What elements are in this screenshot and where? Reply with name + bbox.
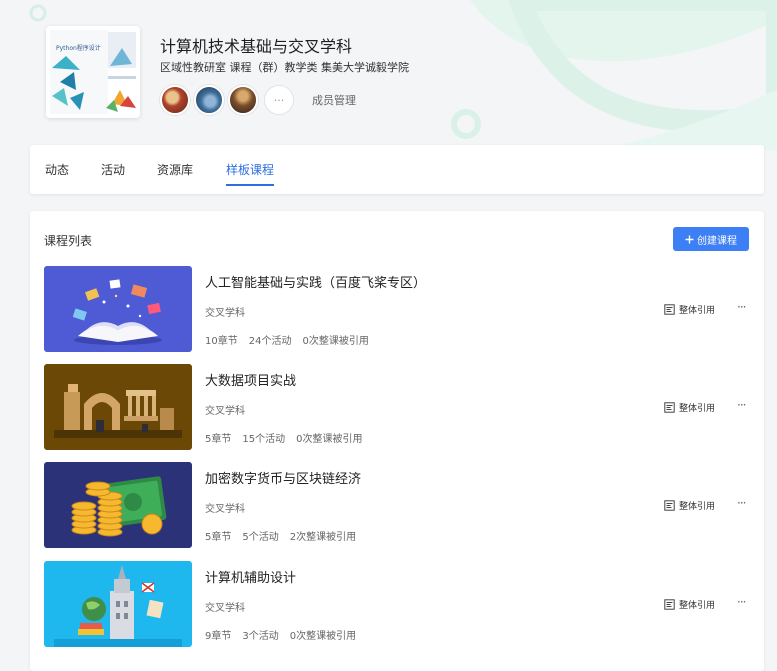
cite-icon (664, 500, 675, 511)
course-title[interactable]: 人工智能基础与实践（百度飞桨专区） (205, 272, 426, 291)
tab-resources[interactable]: 资源库 (157, 161, 193, 178)
tab-activities[interactable]: 活动 (101, 161, 125, 178)
course-item[interactable]: 大数据项目实战 交叉学科 5章节 15个活动 0次整课被引用 整体引用 ··· (44, 364, 750, 450)
cite-label: 整体引用 (679, 306, 716, 316)
course-activities: 3个活动 (242, 631, 279, 642)
more-icon[interactable]: ··· (737, 496, 747, 510)
course-thumbnail[interactable] (44, 561, 192, 647)
book-illustration (44, 266, 192, 352)
tab-bar: 动态 活动 资源库 样板课程 (30, 145, 764, 194)
cover-book-title: Python程序设计 (56, 44, 101, 52)
course-chapters: 5章节 (205, 532, 232, 543)
more-icon[interactable]: ··· (737, 398, 747, 412)
course-activities: 5个活动 (242, 532, 279, 543)
course-chapters: 9章节 (205, 631, 232, 642)
more-icon[interactable]: ··· (737, 300, 747, 314)
member-management-link[interactable]: 成员管理 (312, 92, 356, 108)
cite-icon (664, 304, 675, 315)
member-avatar[interactable] (194, 85, 224, 115)
group-meta: 区域性教研室 课程（群）教学类 集美大学诚毅学院 (160, 61, 409, 74)
cite-icon (664, 402, 675, 413)
tab-template-courses[interactable]: 样板课程 (226, 161, 275, 186)
course-category: 交叉学科 (205, 406, 245, 417)
course-list-title: 课程列表 (44, 234, 93, 248)
course-title[interactable]: 大数据项目实战 (205, 370, 296, 389)
cite-course-button[interactable]: 整体引用 (664, 499, 715, 512)
course-thumbnail[interactable] (44, 266, 192, 352)
create-course-label: 创建课程 (697, 235, 737, 247)
course-title[interactable]: 计算机辅助设计 (205, 567, 296, 586)
member-list: ··· 成员管理 (160, 85, 356, 115)
course-citations: 0次整课被引用 (302, 336, 369, 347)
course-activities: 15个活动 (242, 434, 286, 445)
course-stats: 9章节 3个活动 0次整课被引用 (205, 627, 367, 642)
course-item[interactable]: 计算机辅助设计 交叉学科 9章节 3个活动 0次整课被引用 整体引用 ··· (44, 561, 750, 647)
cite-course-button[interactable]: 整体引用 (664, 303, 715, 316)
tab-dynamics[interactable]: 动态 (45, 161, 69, 178)
course-chapters: 10章节 (205, 336, 238, 347)
course-activities: 24个活动 (248, 336, 292, 347)
course-category: 交叉学科 (205, 504, 245, 515)
course-item[interactable]: 人工智能基础与实践（百度飞桨专区） 交叉学科 10章节 24个活动 0次整课被引用 … (44, 266, 750, 352)
course-chapters: 5章节 (205, 434, 232, 445)
course-thumbnail[interactable] (44, 364, 192, 450)
cite-label: 整体引用 (679, 601, 716, 611)
plus-icon (685, 235, 694, 243)
cite-label: 整体引用 (679, 404, 716, 414)
course-category: 交叉学科 (205, 308, 245, 319)
tower-illustration (44, 561, 192, 647)
coins-illustration (44, 462, 192, 548)
cite-course-button[interactable]: 整体引用 (664, 401, 715, 414)
group-title: 计算机技术基础与交叉学科 (160, 37, 353, 56)
course-list-panel: 课程列表 创建课程 人工智能基础与实践（百度飞桨专区） 交叉学科 10章节 24… (30, 211, 764, 671)
course-stats: 10章节 24个活动 0次整课被引用 (205, 332, 380, 347)
more-members-button[interactable]: ··· (264, 85, 294, 115)
course-item[interactable]: 加密数字货币与区块链经济 交叉学科 5章节 5个活动 2次整课被引用 整体引用 ··… (44, 462, 750, 548)
create-course-button[interactable]: 创建课程 (673, 227, 749, 251)
group-cover-image: Python程序设计 (46, 26, 140, 118)
course-citations: 0次整课被引用 (289, 631, 357, 642)
course-citations: 2次整课被引用 (289, 532, 357, 543)
course-stats: 5章节 15个活动 0次整课被引用 (205, 430, 373, 445)
cite-icon (664, 599, 675, 610)
more-icon[interactable]: ··· (737, 595, 747, 609)
course-citations: 0次整课被引用 (296, 434, 363, 445)
data-ruins-illustration (44, 364, 192, 450)
course-title[interactable]: 加密数字货币与区块链经济 (205, 468, 361, 487)
course-category: 交叉学科 (205, 603, 245, 614)
member-avatar[interactable] (228, 85, 258, 115)
member-avatar[interactable] (160, 85, 190, 115)
cite-label: 整体引用 (679, 502, 716, 512)
cite-course-button[interactable]: 整体引用 (664, 598, 715, 611)
course-stats: 5章节 5个活动 2次整课被引用 (205, 528, 367, 543)
course-thumbnail[interactable] (44, 462, 192, 548)
